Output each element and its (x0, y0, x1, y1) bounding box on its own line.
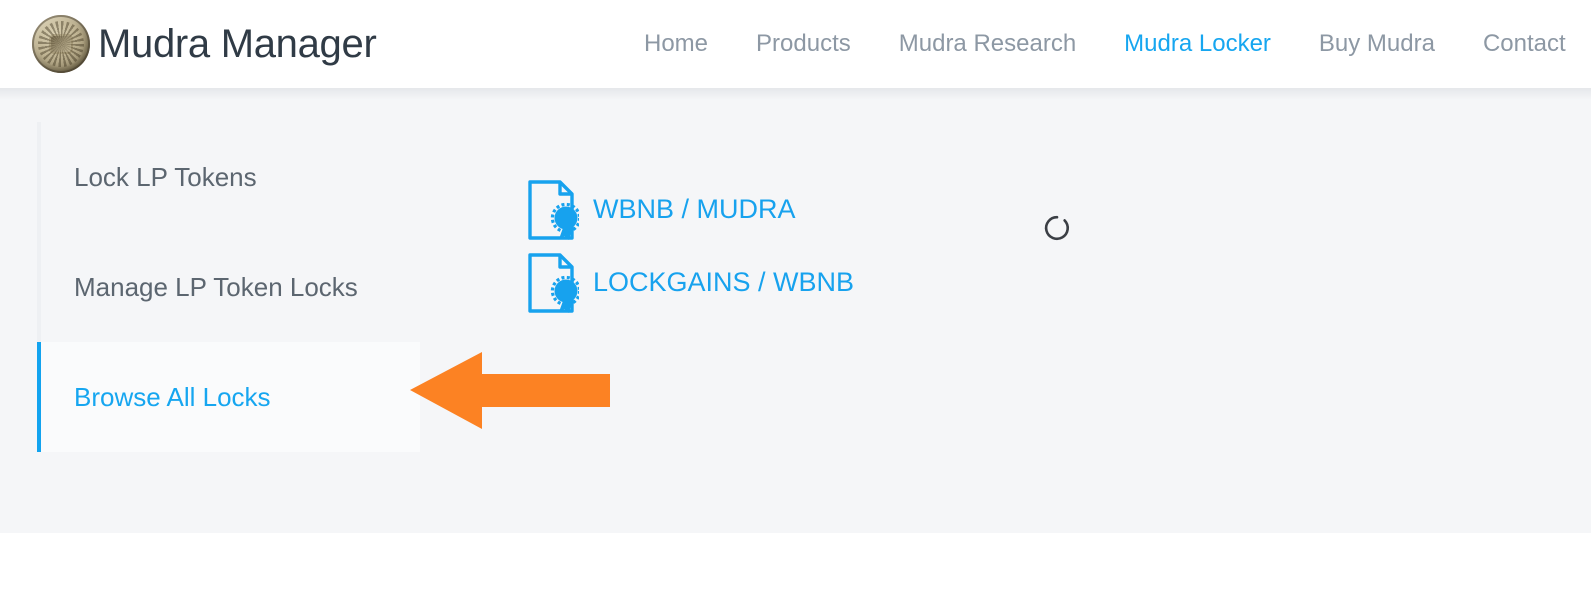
brand-title: Mudra Manager (98, 21, 377, 66)
certificate-icon (528, 252, 579, 313)
sidebar-item-manage-lp-token-locks[interactable]: Manage LP Token Locks (37, 232, 420, 342)
lock-list: WBNB / MUDRA LOCKGAINS / WBNB (527, 173, 854, 319)
sidebar-item-browse-all-locks[interactable]: Browse All Locks (37, 342, 420, 452)
sidebar-item-indicator (37, 232, 41, 342)
lock-list-item-label: LOCKGAINS / WBNB (593, 267, 855, 297)
nav-item-home[interactable]: Home (620, 0, 732, 88)
site-header: Mudra Manager Home Products Mudra Resear… (0, 0, 1591, 88)
sidebar-item-label: Browse All Locks (74, 381, 271, 412)
nav-item-products[interactable]: Products (732, 0, 875, 88)
nav-item-buy-mudra[interactable]: Buy Mudra (1295, 0, 1459, 88)
certificate-icon (528, 179, 579, 240)
sidebar-item-indicator (37, 122, 41, 232)
sidebar-item-label: Manage LP Token Locks (74, 271, 358, 302)
nav-item-mudra-research[interactable]: Mudra Research (875, 0, 1100, 88)
loading-spinner (1043, 214, 1071, 242)
lock-list-item[interactable]: LOCKGAINS / WBNB (527, 246, 854, 319)
annotation-arrow (410, 350, 610, 430)
lock-list-item-label: WBNB / MUDRA (593, 194, 796, 224)
locker-sidebar: Lock LP Tokens Manage LP Token Locks Bro… (37, 122, 420, 452)
coin-logo-icon (32, 15, 90, 73)
sidebar-item-lock-lp-tokens[interactable]: Lock LP Tokens (37, 122, 420, 232)
nav-item-mudra-locker[interactable]: Mudra Locker (1100, 0, 1295, 88)
content-panel: Lock LP Tokens Manage LP Token Locks Bro… (0, 88, 1591, 533)
lock-list-item[interactable]: WBNB / MUDRA (527, 173, 854, 246)
sidebar-item-label: Lock LP Tokens (74, 161, 257, 192)
page-root: Mudra Manager Home Products Mudra Resear… (0, 0, 1591, 604)
sidebar-item-indicator-active (37, 342, 41, 452)
brand[interactable]: Mudra Manager (32, 15, 377, 73)
nav-item-contact[interactable]: Contact (1459, 0, 1590, 88)
main-nav: Home Products Mudra Research Mudra Locke… (620, 0, 1590, 88)
